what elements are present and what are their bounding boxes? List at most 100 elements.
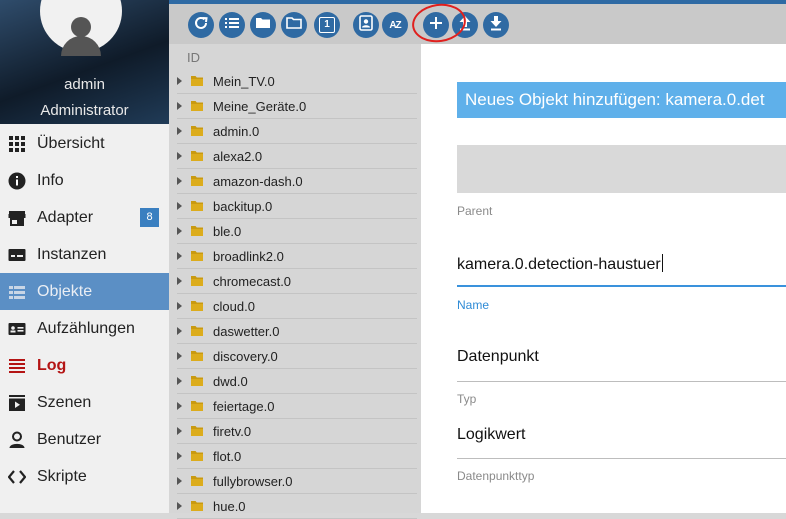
expand-arrow-icon[interactable] xyxy=(177,202,182,210)
add-object-dialog: Neues Objekt hinzufügen: kamera.0.det Pa… xyxy=(421,44,786,513)
sidebar: admin Administrator Übersicht Info Adapt… xyxy=(0,0,169,513)
nav-item-uebersicht[interactable]: Übersicht xyxy=(0,125,169,162)
expand-arrow-icon[interactable] xyxy=(177,177,182,185)
nav-item-adapter[interactable]: Adapter 8 xyxy=(0,199,169,236)
contact-button[interactable] xyxy=(353,12,379,38)
nav-item-log[interactable]: Log xyxy=(0,347,169,384)
tree-row[interactable]: broadlink2.0 xyxy=(177,244,417,268)
tree-row[interactable]: daswetter.0 xyxy=(177,319,417,343)
folder-icon xyxy=(190,499,204,513)
nav-item-label: Adapter xyxy=(37,208,94,226)
objects-toolbar: 1 AZ xyxy=(169,4,786,44)
log-icon xyxy=(8,357,26,375)
tree-row[interactable]: Mein_TV.0 xyxy=(177,69,417,93)
expand-arrow-icon[interactable] xyxy=(177,302,182,310)
nav-item-objekte[interactable]: Objekte xyxy=(0,273,169,310)
folder-icon xyxy=(190,224,204,238)
expand-arrow-icon[interactable] xyxy=(177,102,182,110)
nav-item-instanzen[interactable]: Instanzen xyxy=(0,236,169,273)
expand-arrow-icon[interactable] xyxy=(177,252,182,260)
expand-arrow-icon[interactable] xyxy=(177,477,182,485)
tree-row-label: chromecast.0 xyxy=(213,273,292,289)
tree-row[interactable]: discovery.0 xyxy=(177,344,417,368)
tree-row[interactable]: fullybrowser.0 xyxy=(177,469,417,493)
nav-item-label: Info xyxy=(37,171,64,189)
name-input[interactable]: kamera.0.detection-haustuer xyxy=(457,254,786,274)
expand-arrow-icon[interactable] xyxy=(177,352,182,360)
nav-menu: Übersicht Info Adapter 8 Instanzen Objek… xyxy=(0,125,169,495)
tree-row-label: feiertage.0 xyxy=(213,398,275,414)
expand-arrow-icon[interactable] xyxy=(177,77,182,85)
list-view-icon xyxy=(224,15,240,36)
tree-row[interactable]: backitup.0 xyxy=(177,194,417,218)
tree-column-id: ID xyxy=(187,50,200,65)
expand-arrow-icon[interactable] xyxy=(177,227,182,235)
tree-row[interactable]: amazon-dash.0 xyxy=(177,169,417,193)
tree-row[interactable]: alexa2.0 xyxy=(177,144,417,168)
text-caret xyxy=(661,254,663,272)
tree-row[interactable]: flot.0 xyxy=(177,444,417,468)
nav-item-label: Übersicht xyxy=(37,134,105,152)
tree-row[interactable]: firetv.0 xyxy=(177,419,417,443)
expand-folders-button[interactable] xyxy=(281,12,307,38)
expand-arrow-icon[interactable] xyxy=(177,402,182,410)
datatype-select[interactable]: Logikwert xyxy=(457,426,786,444)
expand-arrow-icon[interactable] xyxy=(177,152,182,160)
folder-icon xyxy=(190,424,204,438)
list-view-button[interactable] xyxy=(219,12,245,38)
folder-icon xyxy=(190,449,204,463)
nav-item-label: Instanzen xyxy=(37,245,107,263)
parent-field[interactable] xyxy=(457,145,786,193)
tree-row[interactable]: hue.0 xyxy=(177,494,417,518)
expand-arrow-icon[interactable] xyxy=(177,277,182,285)
tree-row[interactable]: Meine_Geräte.0 xyxy=(177,94,417,118)
tree-row[interactable]: cloud.0 xyxy=(177,294,417,318)
tree-row[interactable]: ble.0 xyxy=(177,219,417,243)
store-icon xyxy=(8,209,26,227)
type-select[interactable]: Datenpunkt xyxy=(457,348,786,366)
tree-row-label: admin.0 xyxy=(213,123,260,139)
folder-icon xyxy=(190,324,204,338)
expand-arrow-icon[interactable] xyxy=(177,377,182,385)
tree-row[interactable]: dwd.0 xyxy=(177,369,417,393)
expand-arrow-icon[interactable] xyxy=(177,502,182,510)
tree-row[interactable]: chromecast.0 xyxy=(177,269,417,293)
tree-row-label: broadlink2.0 xyxy=(213,248,284,264)
dialog-title: Neues Objekt hinzufügen: kamera.0.det xyxy=(457,82,786,118)
name-underline xyxy=(457,285,786,287)
expand-arrow-icon[interactable] xyxy=(177,127,182,135)
folder-icon xyxy=(190,149,204,163)
folder-icon xyxy=(190,474,204,488)
expand-arrow-icon[interactable] xyxy=(177,327,182,335)
tree-row[interactable]: feiertage.0 xyxy=(177,394,417,418)
one-level-button[interactable]: 1 xyxy=(314,12,340,38)
expand-arrow-icon[interactable] xyxy=(177,427,182,435)
info-icon xyxy=(8,172,26,190)
nav-item-label: Objekte xyxy=(37,282,93,300)
adapter-count-badge: 8 xyxy=(140,208,159,227)
user-profile: admin Administrator xyxy=(0,0,169,124)
nav-item-info[interactable]: Info xyxy=(0,162,169,199)
user-icon xyxy=(8,431,26,449)
name-value: kamera.0.detection-haustuer xyxy=(457,256,661,273)
expand-arrow-icon[interactable] xyxy=(177,452,182,460)
instances-icon xyxy=(8,246,26,264)
folder-icon xyxy=(190,249,204,263)
nav-item-skripte[interactable]: Skripte xyxy=(0,458,169,495)
tree-row-label: ble.0 xyxy=(213,223,242,239)
download-button[interactable] xyxy=(483,12,509,38)
folder-icon xyxy=(255,15,271,36)
sort-button[interactable]: AZ xyxy=(382,12,408,38)
nav-item-label: Log xyxy=(37,356,67,374)
folder-icon xyxy=(190,99,204,113)
refresh-button[interactable] xyxy=(188,12,214,38)
tree-row[interactable]: admin.0 xyxy=(177,119,417,143)
nav-item-aufzaehlungen[interactable]: Aufzählungen xyxy=(0,310,169,347)
tree-row-label: fullybrowser.0 xyxy=(213,473,293,489)
nav-item-szenen[interactable]: Szenen xyxy=(0,384,169,421)
collapse-folders-button[interactable] xyxy=(250,12,276,38)
sort-az-icon: AZ xyxy=(389,19,401,31)
nav-item-benutzer[interactable]: Benutzer xyxy=(0,421,169,458)
tree-row-label: amazon-dash.0 xyxy=(213,173,303,189)
grid-icon xyxy=(8,135,26,153)
